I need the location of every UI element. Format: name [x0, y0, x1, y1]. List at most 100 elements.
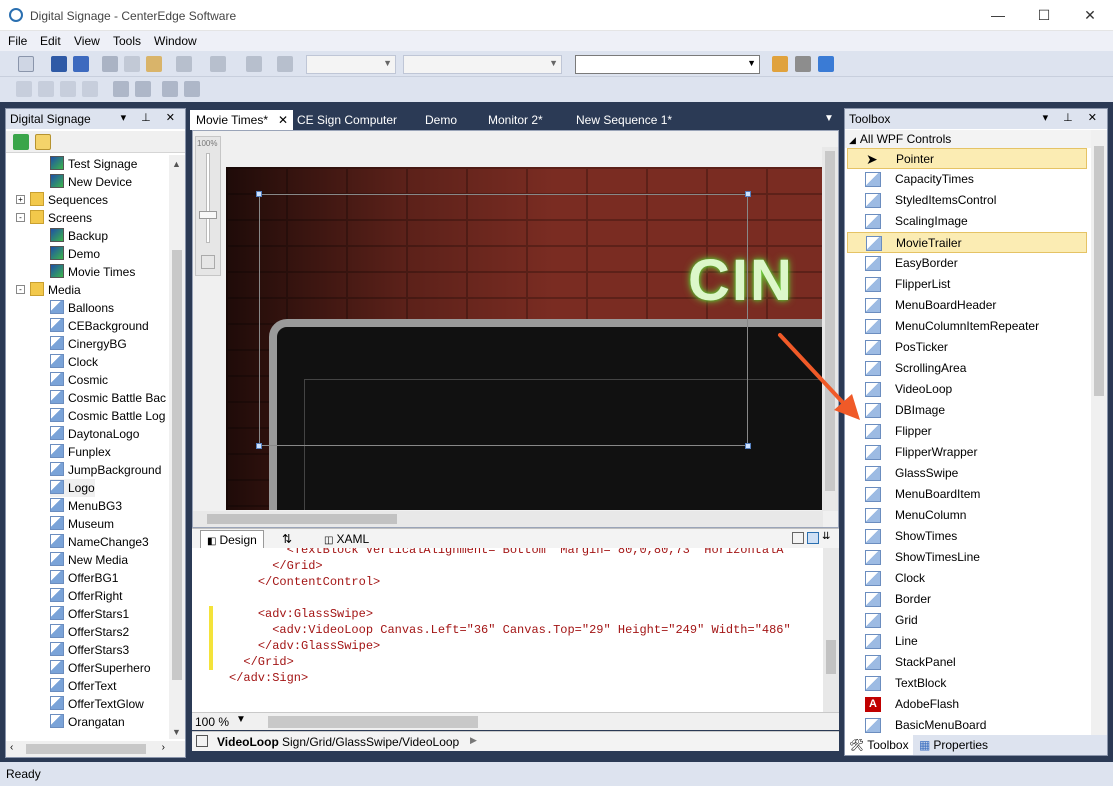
tree-vertical-scrollbar[interactable]: ▲ ▼ — [169, 155, 185, 739]
tree-item[interactable]: CEBackground — [50, 317, 149, 335]
tree-scroll-thumb[interactable] — [172, 250, 182, 680]
tree-item[interactable]: Clock — [50, 353, 98, 371]
tab-overflow-icon[interactable]: ▼ — [818, 110, 840, 130]
tab-demo[interactable]: Demo — [419, 110, 463, 130]
panel-header-buttons[interactable]: ▾ ⊥ ✕ — [121, 111, 181, 124]
scroll-down-arrow-icon[interactable]: ▼ — [172, 727, 181, 737]
close-button[interactable]: ✕ — [1067, 0, 1113, 31]
tree-item[interactable]: Orangatan — [50, 713, 125, 731]
tree-item[interactable]: Demo — [50, 245, 100, 263]
uncomment-icon[interactable] — [184, 81, 200, 97]
tree-item[interactable]: + Sequences — [16, 191, 108, 209]
toolbox-vertical-scrollbar[interactable] — [1091, 130, 1107, 735]
fit-to-screen-icon[interactable] — [201, 255, 215, 269]
toolbox-item[interactable]: TextBlock — [847, 673, 1087, 694]
breadcrumb-path[interactable]: Sign/Grid/GlassSwipe/VideoLoop — [282, 735, 459, 749]
tree-item[interactable]: Backup — [50, 227, 108, 245]
breadcrumb-current[interactable]: VideoLoop — [217, 735, 279, 749]
tree-item[interactable]: - Screens — [16, 209, 92, 227]
refresh-icon[interactable] — [13, 134, 29, 150]
tree-expander-icon[interactable]: - — [16, 285, 25, 294]
toolbox-group-header[interactable]: ◢ All WPF Controls — [845, 130, 1091, 148]
tree-item[interactable]: Funplex — [50, 443, 111, 461]
toolbox-item[interactable]: ScalingImage — [847, 211, 1087, 232]
tree-item[interactable]: OfferStars3 — [50, 641, 129, 659]
swap-panes-button[interactable]: ⇅ — [276, 530, 298, 548]
toolbox-header-buttons[interactable]: ▾ ⊥ ✕ — [1043, 111, 1103, 124]
save-all-icon[interactable] — [73, 56, 89, 72]
navigate-forward-icon[interactable] — [277, 56, 293, 72]
horizontal-split-icon[interactable] — [807, 532, 819, 544]
toolbox-item[interactable]: StyledItemsControl — [847, 190, 1087, 211]
paste-icon[interactable] — [146, 56, 162, 72]
tree-item[interactable]: Balloons — [50, 299, 114, 317]
tree-item[interactable]: Museum — [50, 515, 114, 533]
toolbox-item[interactable]: FlipperList — [847, 274, 1087, 295]
tree-horizontal-scrollbar[interactable]: ‹ › — [6, 741, 185, 757]
toolbox-item[interactable]: ShowTimesLine — [847, 547, 1087, 568]
videoloop-selection-box[interactable] — [259, 194, 748, 446]
align-grid-icon[interactable] — [38, 81, 54, 97]
tab-properties[interactable]: ▦ Properties — [919, 738, 988, 752]
menu-view[interactable]: View — [74, 34, 100, 48]
redo-icon[interactable] — [210, 56, 226, 72]
toolbox-item[interactable]: Border — [847, 589, 1087, 610]
undo-icon[interactable] — [176, 56, 192, 72]
tab-movie-times[interactable]: Movie Times* ✕ — [190, 110, 293, 130]
toolbox-item[interactable]: MenuBoardItem — [847, 484, 1087, 505]
tree-item[interactable]: New Media — [50, 551, 128, 569]
scroll-left-arrow-icon[interactable]: ‹ — [10, 742, 13, 753]
window-dropdown-icon[interactable] — [818, 56, 834, 72]
tree-item[interactable]: JumpBackground — [50, 461, 161, 479]
tree-item[interactable]: OfferStars1 — [50, 605, 129, 623]
tree-expander-icon[interactable]: + — [16, 195, 25, 204]
solution-explorer-icon[interactable] — [772, 56, 788, 72]
toolbox-item[interactable]: Grid — [847, 610, 1087, 631]
align-icon[interactable] — [16, 81, 32, 97]
toolbox-item[interactable]: MenuColumn — [847, 505, 1087, 526]
toolbox-item[interactable]: ScrollingArea — [847, 358, 1087, 379]
tab-xaml[interactable]: ◫ XAML — [318, 530, 375, 548]
toolbox-scroll-thumb[interactable] — [1094, 146, 1104, 396]
toolbox-item[interactable]: Clock — [847, 568, 1087, 589]
minimize-button[interactable]: — — [975, 0, 1021, 31]
resize-handle-top-left[interactable] — [256, 191, 262, 197]
tab-new-sequence-1[interactable]: New Sequence 1* — [570, 110, 678, 130]
tab-toolbox[interactable]: 🛠 Toolbox — [845, 735, 913, 755]
tree-item[interactable]: MenuBG3 — [50, 497, 122, 515]
tree-item[interactable]: - Media — [16, 281, 81, 299]
breadcrumb-arrow-icon[interactable]: ▶ — [470, 735, 477, 746]
indent-icon[interactable] — [135, 81, 151, 97]
menu-window[interactable]: Window — [154, 34, 197, 48]
resize-handle-top-right[interactable] — [745, 191, 751, 197]
toolbox-item[interactable]: ShowTimes — [847, 526, 1087, 547]
tab-close-icon[interactable]: ✕ — [278, 113, 288, 127]
toolbox-item[interactable]: MenuColumnItemRepeater — [847, 316, 1087, 337]
find-combo[interactable]: ▼ — [575, 55, 760, 74]
tree-hscroll-thumb[interactable] — [26, 744, 146, 754]
resize-handle-bottom-left[interactable] — [256, 443, 262, 449]
code-vertical-scrollbar[interactable] — [823, 548, 839, 712]
toolbox-item[interactable]: DBImage — [847, 400, 1087, 421]
navigate-back-icon[interactable] — [246, 56, 262, 72]
zoom-slider[interactable]: 100% — [195, 136, 221, 276]
tab-monitor-2[interactable]: Monitor 2* — [482, 110, 549, 130]
font-icon[interactable] — [82, 81, 98, 97]
tree-item[interactable]: Cosmic Battle Log — [50, 407, 165, 425]
resize-handle-bottom-right[interactable] — [745, 443, 751, 449]
toolbox-item[interactable]: ➤ Pointer — [847, 148, 1087, 169]
zoom-thumb[interactable] — [199, 211, 217, 219]
document-outline-icon[interactable] — [196, 735, 208, 747]
tab-ce-sign-computer[interactable]: CE Sign Computer — [291, 110, 403, 130]
tree-item[interactable]: Logo — [50, 479, 95, 497]
tree-item[interactable]: Movie Times — [50, 263, 135, 281]
toolbox-item[interactable]: MovieTrailer — [847, 232, 1087, 253]
zoom-dropdown-icon[interactable]: ▼ — [236, 714, 246, 725]
designer-horizontal-scrollbar[interactable] — [193, 511, 823, 527]
sign-preview-canvas[interactable]: CIN — [226, 167, 822, 510]
tree-item[interactable]: OfferStars2 — [50, 623, 129, 641]
toolbox-item[interactable]: CapacityTimes — [847, 169, 1087, 190]
tree-item[interactable]: NameChange3 — [50, 533, 149, 551]
editor-hscroll-thumb[interactable] — [268, 716, 478, 728]
platform-select[interactable]: ▼ — [403, 55, 562, 74]
